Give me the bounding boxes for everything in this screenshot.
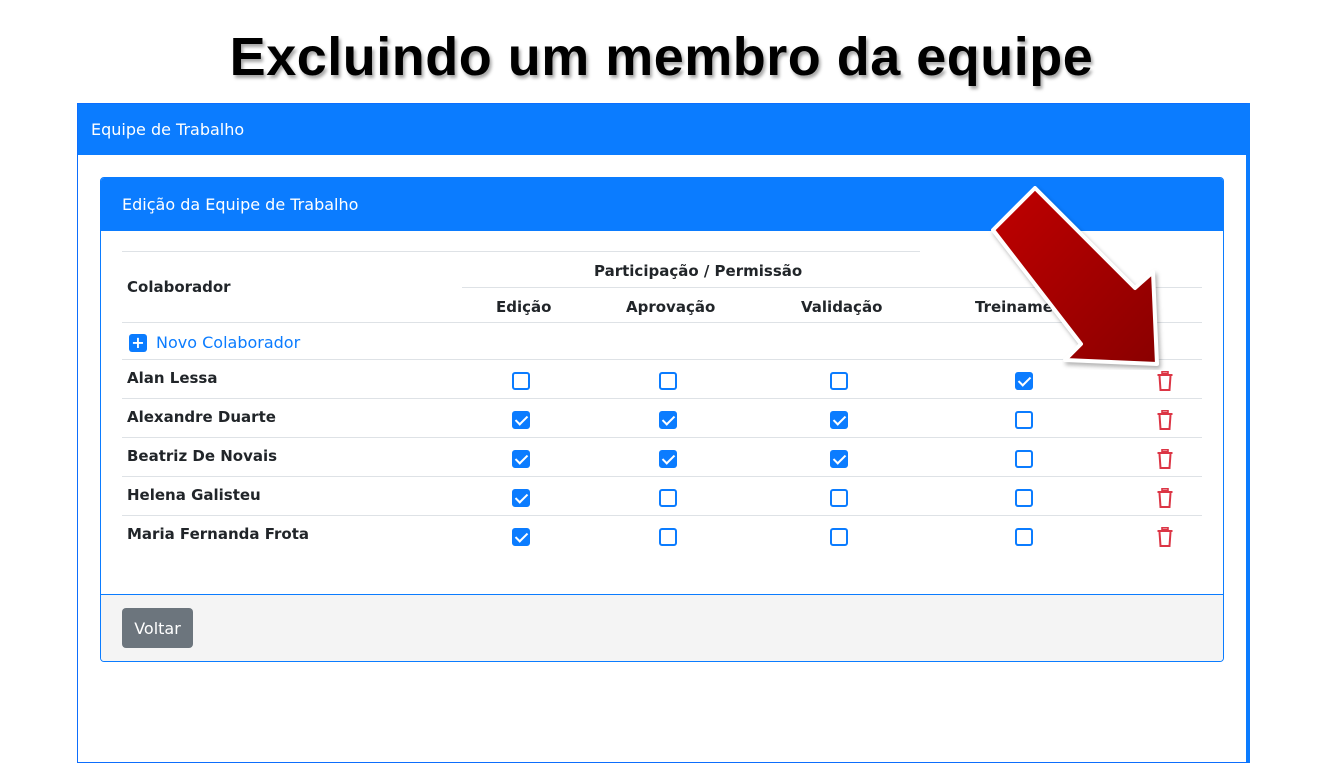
slide-title: Excluindo um membro da equipe	[229, 27, 1094, 87]
checkbox-treinamento[interactable]	[1015, 489, 1033, 507]
column-header-collaborator: Colaborador	[127, 278, 231, 296]
checkbox-treinamento[interactable]	[1015, 450, 1033, 468]
new-collaborator-link[interactable]: + Novo Colaborador	[129, 333, 300, 352]
back-button[interactable]: Voltar	[122, 608, 193, 648]
checkbox-treinamento[interactable]	[1015, 411, 1033, 429]
checkbox-aprovacao[interactable]	[659, 528, 677, 546]
checkbox-aprovacao[interactable]	[659, 372, 677, 390]
checkbox-edicao[interactable]	[512, 450, 530, 468]
checkbox-edicao[interactable]	[512, 528, 530, 546]
plus-square-icon: +	[129, 333, 147, 352]
table-row: Helena Galisteu	[101, 476, 1223, 516]
checkbox-validacao[interactable]	[830, 528, 848, 546]
collaborator-name: Beatriz De Novais	[127, 447, 278, 465]
checkbox-validacao[interactable]	[830, 411, 848, 429]
column-group-header: Participação / Permissão	[594, 262, 803, 280]
trash-icon[interactable]	[1157, 527, 1173, 547]
checkbox-validacao[interactable]	[830, 489, 848, 507]
trash-icon[interactable]	[1157, 371, 1173, 391]
table-row: Alexandre Duarte	[101, 398, 1223, 438]
column-header-aprovacao: Aprovação	[626, 298, 716, 316]
trash-icon[interactable]	[1157, 410, 1173, 430]
checkbox-validacao[interactable]	[830, 372, 848, 390]
card-footer: Voltar	[101, 594, 1223, 661]
collaborator-name: Alexandre Duarte	[127, 408, 276, 426]
checkbox-edicao[interactable]	[512, 489, 530, 507]
table-top-border	[122, 251, 920, 252]
checkbox-treinamento[interactable]	[1015, 528, 1033, 546]
checkbox-treinamento[interactable]	[1015, 372, 1033, 390]
checkbox-aprovacao[interactable]	[659, 489, 677, 507]
checkbox-edicao[interactable]	[512, 372, 530, 390]
trash-icon[interactable]	[1157, 488, 1173, 508]
collaborator-name: Helena Galisteu	[127, 486, 261, 504]
team-panel-header: Equipe de Trabalho	[78, 104, 1246, 155]
checkbox-validacao[interactable]	[830, 450, 848, 468]
column-header-validacao: Validação	[801, 298, 883, 316]
trash-icon[interactable]	[1157, 449, 1173, 469]
column-header-edicao: Edição	[496, 298, 552, 316]
checkbox-edicao[interactable]	[512, 411, 530, 429]
collaborator-name: Maria Fernanda Frota	[127, 525, 309, 543]
table-row: Beatriz De Novais	[101, 437, 1223, 477]
new-collaborator-label: Novo Colaborador	[156, 333, 301, 352]
checkbox-aprovacao[interactable]	[659, 450, 677, 468]
table-row: Maria Fernanda Frota	[101, 515, 1223, 554]
checkbox-aprovacao[interactable]	[659, 411, 677, 429]
red-arrow-icon	[991, 186, 1159, 366]
collaborator-name: Alan Lessa	[127, 369, 218, 387]
